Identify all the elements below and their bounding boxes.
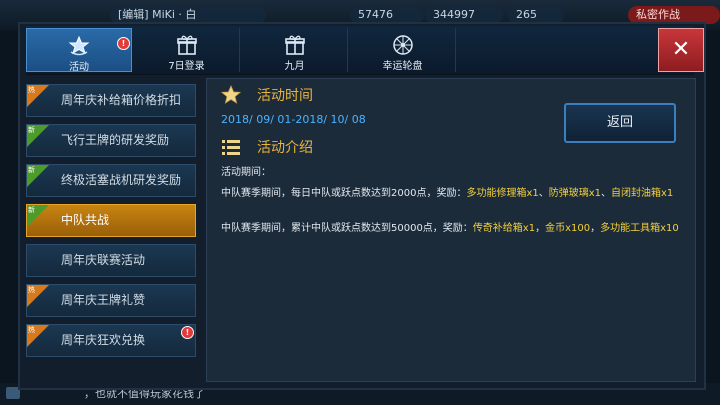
alert-badge-icon: ! — [181, 326, 194, 339]
gift-icon — [176, 35, 197, 55]
new-tag-icon: 新 — [27, 205, 49, 227]
event-date-range: 2018/ 09/ 01-2018/ 10/ 08 — [221, 113, 366, 126]
list-icon — [222, 140, 240, 155]
sidebar-item-label: 周年庆狂欢兑换 — [61, 333, 146, 347]
tab-label: 活动 — [69, 62, 89, 73]
sidebar-item-carnival-exchange[interactable]: 热 周年庆狂欢兑换 ! — [26, 324, 196, 357]
hot-tag-icon: 热 — [27, 85, 49, 107]
event-intro-title: 活动介绍 — [257, 140, 313, 156]
close-button[interactable]: ✕ — [658, 28, 704, 72]
sidebar-item-label: 飞行王牌的研发奖励 — [61, 133, 170, 147]
event-period-label: 活动期间： — [221, 167, 271, 178]
tab-label: 九月 — [284, 61, 305, 72]
hot-tag-icon: 热 — [27, 285, 49, 307]
event-detail-panel: 活动时间 2018/ 09/ 01-2018/ 10/ 08 活动介绍 返回 活… — [206, 78, 696, 382]
tab-label: 7日登录 — [168, 61, 205, 72]
sidebar-item-ace-tribute[interactable]: 热 周年庆王牌礼赞 — [26, 284, 196, 317]
sidebar-item-label: 周年庆补给箱价格折扣 — [61, 93, 182, 107]
tab-events[interactable]: 活动 ! — [26, 28, 132, 73]
event-dialog: 活动 ! 7日登录 九月 幸运轮盘 ✕ 热 周年庆补给箱价格折扣 新 飞行王牌的… — [18, 22, 706, 390]
sidebar-item-piston-research[interactable]: 新 终极活塞战机研发奖励 — [26, 164, 196, 197]
sidebar-item-label: 中队共战 — [61, 213, 110, 227]
back-button[interactable]: 返回 — [564, 103, 676, 143]
tab-label: 幸运轮盘 — [382, 61, 423, 72]
sidebar-item-squadron-battle[interactable]: 新 中队共战 — [26, 204, 196, 237]
sidebar-item-anniversary-discount[interactable]: 热 周年庆补给箱价格折扣 — [26, 84, 196, 117]
sidebar-item-label: 终极活塞战机研发奖励 — [61, 173, 182, 187]
new-tag-icon: 新 — [27, 165, 49, 187]
tab-7day-login[interactable]: 7日登录 — [134, 28, 240, 72]
alert-badge-icon: ! — [117, 37, 130, 50]
close-icon: ✕ — [671, 37, 691, 62]
reward-paragraph-cumulative: 中队赛季期间，累计中队或跃点数达到50000点，奖励：传奇补给箱x1，金币x10… — [221, 223, 679, 234]
new-tag-icon: 新 — [27, 125, 49, 147]
sidebar-item-label: 周年庆联赛活动 — [61, 253, 146, 267]
wheel-icon — [392, 35, 413, 55]
reward-paragraph-daily: 中队赛季期间，每日中队或跃点数达到2000点，奖励：多功能修理箱x1、防弹玻璃x… — [221, 188, 674, 199]
sidebar-item-label: 周年庆王牌礼赞 — [61, 293, 146, 307]
event-time-title: 活动时间 — [257, 88, 313, 104]
sidebar-item-league-event[interactable]: 周年庆联赛活动 — [26, 244, 196, 277]
sidebar-item-ace-research[interactable]: 新 飞行王牌的研发奖励 — [26, 124, 196, 157]
tab-lucky-wheel[interactable]: 幸运轮盘 — [350, 28, 456, 72]
star-icon — [221, 85, 241, 104]
gift-icon — [284, 35, 305, 55]
tab-september[interactable]: 九月 — [242, 28, 348, 72]
tab-bar: 活动 ! 7日登录 九月 幸运轮盘 ✕ — [26, 26, 704, 75]
event-sidebar: 热 周年庆补给箱价格折扣 新 飞行王牌的研发奖励 新 终极活塞战机研发奖励 新 … — [26, 82, 198, 382]
star-badge-icon — [68, 35, 90, 56]
hot-tag-icon: 热 — [27, 325, 49, 347]
